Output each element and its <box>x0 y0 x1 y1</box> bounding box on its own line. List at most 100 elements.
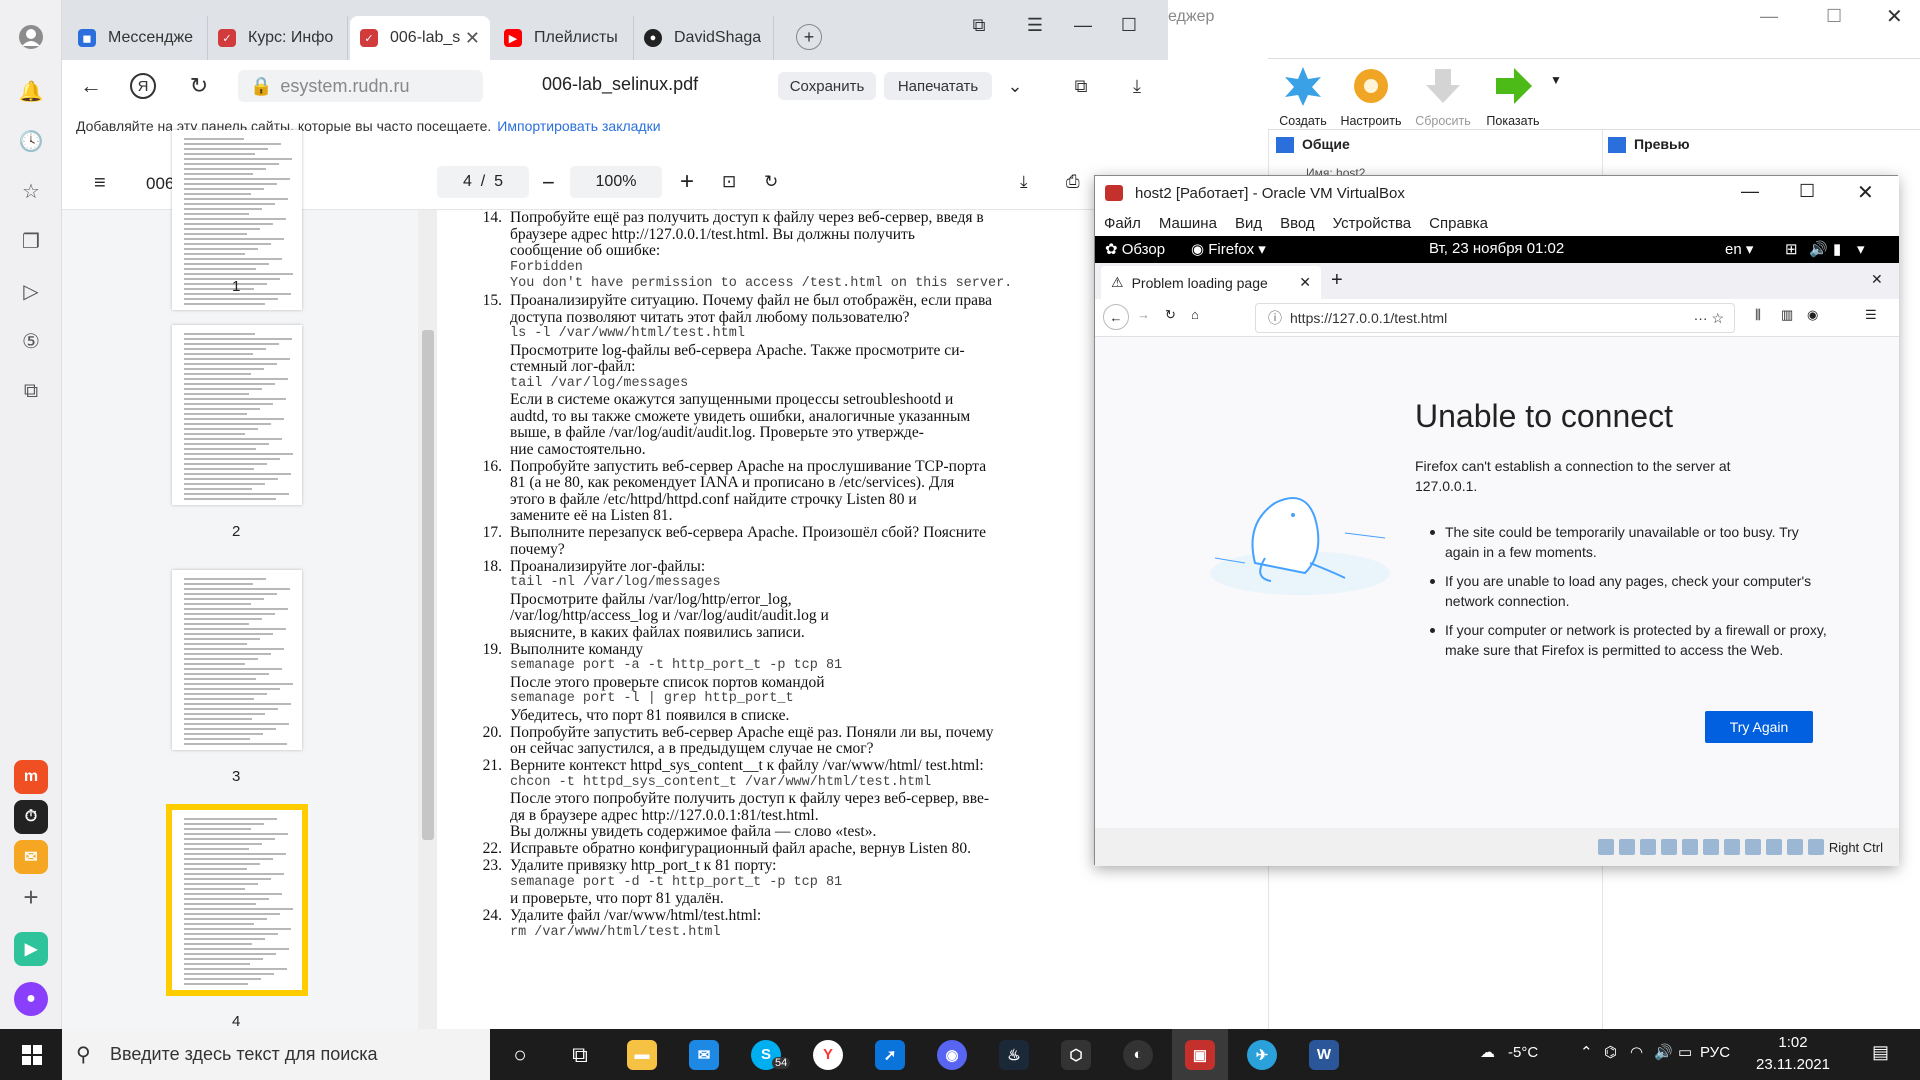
new-tab-button[interactable]: + <box>796 24 822 50</box>
steam-icon[interactable]: ♨ <box>986 1029 1042 1080</box>
system-menu-icon[interactable]: ▾ <box>1857 240 1865 258</box>
address-input[interactable]: 🔒 esystem.rudn.ru <box>238 70 483 102</box>
back-icon[interactable]: ← <box>1103 304 1129 330</box>
favorites-icon[interactable]: ☆ <box>16 176 46 206</box>
app-icon-clock[interactable]: ⏱ <box>14 800 48 834</box>
skype-icon[interactable]: S 54 <box>738 1029 794 1080</box>
maximize-button[interactable]: ☐ <box>1826 6 1842 27</box>
settings-button[interactable]: Настроить <box>1340 65 1402 128</box>
tray-date[interactable]: 23.11.2021 <box>1748 1056 1838 1073</box>
task-view-icon[interactable]: ⧉ <box>552 1029 608 1080</box>
page-indicator[interactable]: 4 / 5 <box>437 166 529 198</box>
extensions-icon[interactable]: ⧉ <box>1066 71 1096 101</box>
menu-devices[interactable]: Устройства <box>1333 215 1411 232</box>
menu-icon[interactable]: ☰ <box>1018 10 1052 40</box>
mail-icon[interactable]: ✉ <box>14 840 48 874</box>
pdf-print-icon[interactable]: ⎙ <box>1066 172 1080 192</box>
save-button[interactable]: Сохранить <box>778 72 876 100</box>
weather-icon[interactable]: ☁ <box>1480 1043 1495 1061</box>
yandex-browser-icon[interactable]: Y <box>800 1029 856 1080</box>
rotate-icon[interactable]: ↻ <box>764 172 778 192</box>
audio-icon[interactable] <box>1639 839 1656 855</box>
remote-icon[interactable]: ➚ <box>862 1029 918 1080</box>
zoom-in-icon[interactable]: + <box>680 168 694 196</box>
app-icon-m[interactable]: m <box>14 760 48 794</box>
page-thumbnail[interactable] <box>172 570 302 750</box>
activities-button[interactable]: ✿ Обзор <box>1105 240 1165 258</box>
firefox-tab[interactable]: ⚠ Problem loading page ✕ <box>1101 266 1321 299</box>
history-icon[interactable]: 🕓 <box>16 126 46 156</box>
cube-app-icon[interactable]: ⬡ <box>1048 1029 1104 1080</box>
menu-help[interactable]: Справка <box>1429 215 1488 232</box>
pdf-download-icon[interactable]: ⤓ <box>1020 172 1028 192</box>
network-adapter-icon[interactable] <box>1660 839 1677 855</box>
hamburger-menu-icon[interactable]: ☰ <box>1865 307 1877 323</box>
weather-temp[interactable]: -5°C <box>1508 1044 1538 1061</box>
maximize-button[interactable]: ☐ <box>1112 10 1146 40</box>
tab-youtube[interactable]: ▶ Плейлисты <box>494 16 634 60</box>
app-menu[interactable]: ◉ Firefox ▾ <box>1191 240 1266 258</box>
import-bookmarks-link[interactable]: Импортировать закладки <box>497 118 660 134</box>
print-button[interactable]: Напечатать <box>884 72 992 100</box>
back-icon[interactable]: ← <box>76 71 106 101</box>
taskbar-search-input[interactable]: ⚲ Введите здесь текст для поиска <box>62 1029 490 1080</box>
reload-icon[interactable]: ↻ <box>1165 307 1176 323</box>
tray-language[interactable]: РУС <box>1700 1044 1730 1061</box>
notifications-icon[interactable]: 🔔 <box>16 76 46 106</box>
download-icon[interactable]: ⤓ <box>1122 71 1152 101</box>
page-thumbnail-selected[interactable] <box>166 804 308 996</box>
yandex-icon[interactable]: Я <box>130 73 156 99</box>
tab-course[interactable]: ✓ Курс: Инфо <box>208 16 348 60</box>
page-input[interactable]: 4 <box>463 173 472 191</box>
number-icon[interactable]: ⑤ <box>16 326 46 356</box>
minimize-button[interactable]: — <box>1066 10 1100 40</box>
close-window-button[interactable]: ✕ <box>1871 271 1883 288</box>
usb-icon[interactable] <box>1681 839 1698 855</box>
volume-icon[interactable]: 🔊 <box>1809 240 1828 258</box>
battery-icon[interactable]: ▮ <box>1833 240 1841 258</box>
menu-machine[interactable]: Машина <box>1159 215 1217 232</box>
discord-icon[interactable]: ◉ <box>924 1029 980 1080</box>
tab-github[interactable]: ● DavidShaga <box>634 16 774 60</box>
mouse-integration-icon[interactable] <box>1786 839 1803 855</box>
cortana-icon[interactable]: ○ <box>492 1029 548 1080</box>
menu-file[interactable]: Файл <box>1104 215 1141 232</box>
library-icon[interactable]: ⫼ <box>1755 307 1761 323</box>
tab-pdf[interactable]: ✓ 006-lab_s ✕ <box>350 16 490 60</box>
cpu-icon[interactable] <box>1765 839 1782 855</box>
firefox-url-input[interactable]: ⓘ https://127.0.0.1/test.html ··· ☆ <box>1255 303 1735 333</box>
collections-icon[interactable]: ❐ <box>16 226 46 256</box>
recording-icon[interactable] <box>1744 839 1761 855</box>
virtualbox-taskbar-icon[interactable]: ▣ <box>1172 1029 1228 1080</box>
page-thumbnail[interactable] <box>172 325 302 505</box>
zoom-level[interactable]: 100% <box>570 166 662 198</box>
close-window-button[interactable]: ✕ <box>1857 180 1874 205</box>
obs-icon[interactable]: ◐ <box>1110 1029 1166 1080</box>
thumbnails-menu-icon[interactable]: ≡ <box>94 172 106 195</box>
gnome-clock[interactable]: Вт, 23 ноября 01:02 <box>1429 240 1564 257</box>
shared-folder-icon[interactable] <box>1702 839 1719 855</box>
tray-network-icon[interactable]: ⌬ <box>1604 1043 1617 1061</box>
chevron-down-icon[interactable]: ⌄ <box>1000 71 1030 101</box>
account-icon[interactable]: ◉ <box>1807 307 1818 323</box>
display-icon[interactable] <box>1723 839 1740 855</box>
mail-icon[interactable]: ✉ <box>676 1029 732 1080</box>
word-icon[interactable]: W <box>1296 1029 1352 1080</box>
show-button[interactable]: Показать <box>1482 65 1544 128</box>
keyboard-icon[interactable] <box>1807 839 1824 855</box>
screenshot-icon[interactable]: ⧉ <box>16 376 46 406</box>
dropdown-arrow-icon[interactable]: ▼ <box>1550 73 1562 87</box>
menu-view[interactable]: Вид <box>1235 215 1262 232</box>
scrollbar-thumb[interactable] <box>422 330 434 840</box>
start-button[interactable] <box>4 1029 60 1080</box>
video-icon[interactable]: ▷ <box>16 276 46 306</box>
input-source[interactable]: en ▾ <box>1725 240 1753 258</box>
tray-battery-icon[interactable]: ▭ <box>1678 1043 1692 1061</box>
tray-time[interactable]: 1:02 <box>1758 1034 1828 1051</box>
forward-icon[interactable]: → <box>1137 307 1150 322</box>
tray-volume-icon[interactable]: 🔊 <box>1654 1043 1673 1061</box>
home-icon[interactable]: ⌂ <box>1191 307 1199 322</box>
page-actions-icon[interactable]: ··· ☆ <box>1694 310 1724 327</box>
notification-center-icon[interactable]: ▤ <box>1872 1042 1889 1063</box>
close-window-button[interactable]: ✕ <box>1886 4 1903 29</box>
